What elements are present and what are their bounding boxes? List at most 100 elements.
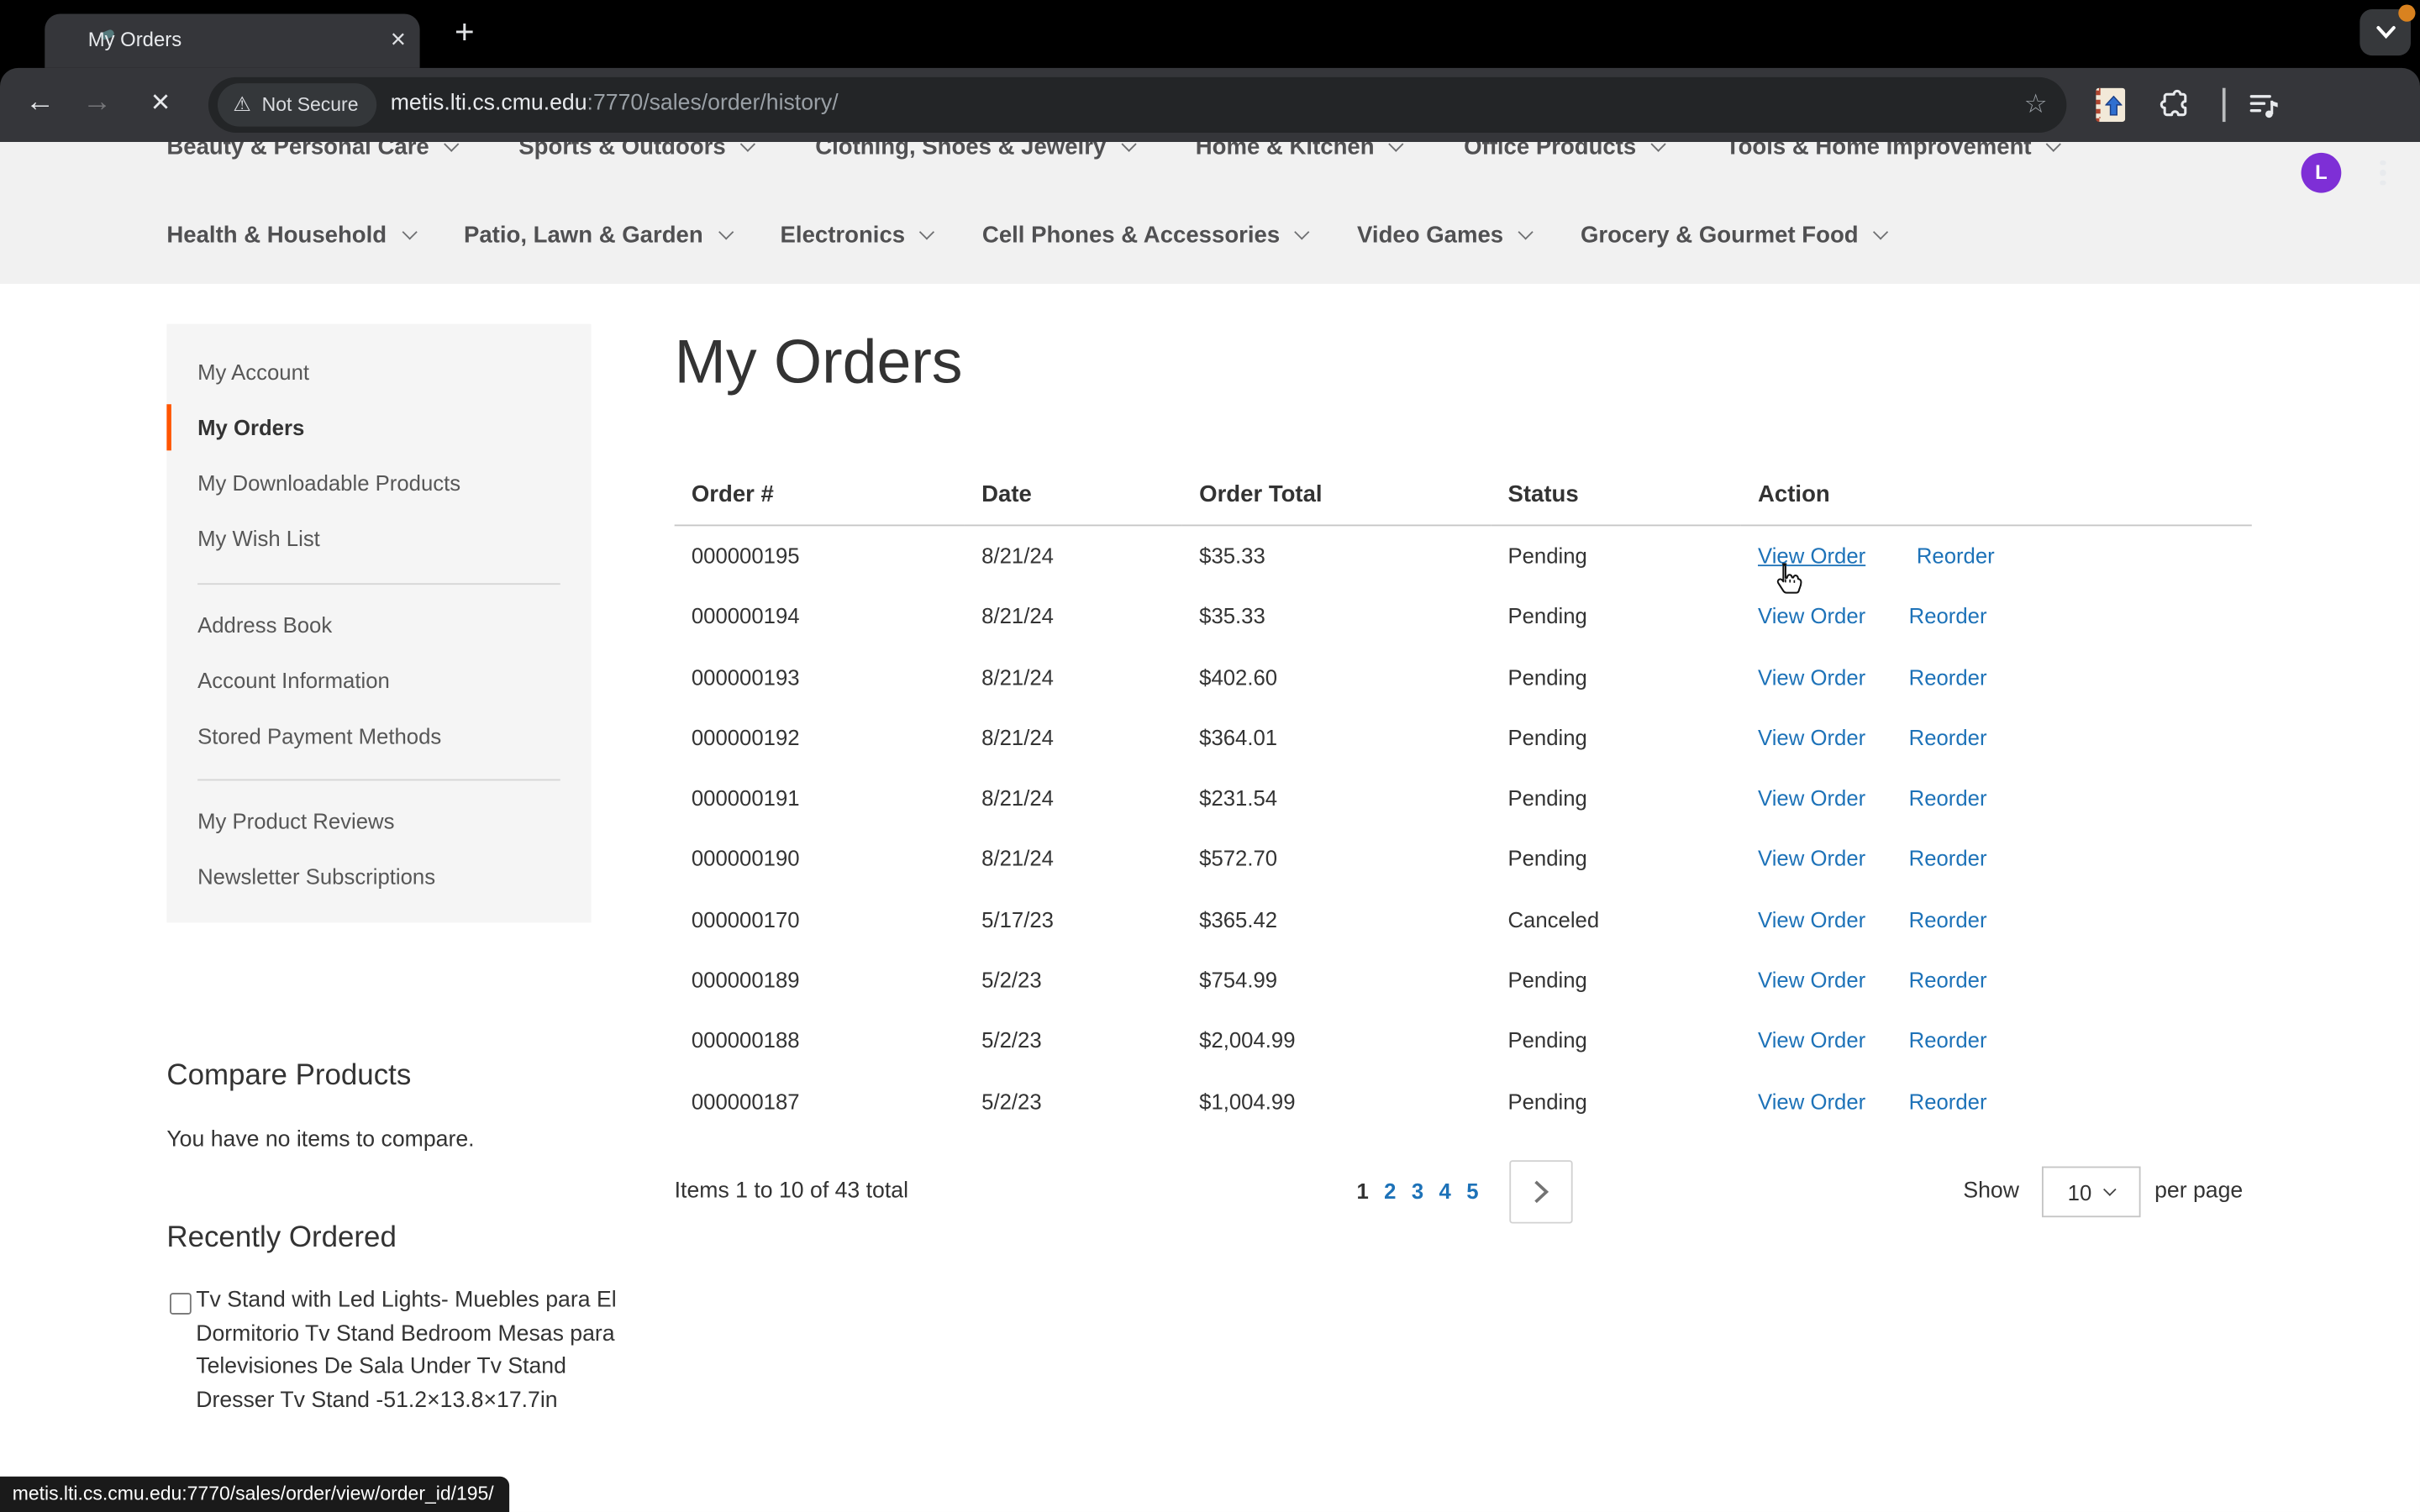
sidebar-item-my-account[interactable]: My Account xyxy=(166,344,591,400)
order-total: $364.01 xyxy=(1199,725,1278,750)
toolbar-separator xyxy=(2222,87,2226,123)
reorder-link[interactable]: Reorder xyxy=(1909,1089,1987,1113)
view-order-link[interactable]: View Order xyxy=(1758,829,1865,890)
order-date: 8/21/24 xyxy=(981,664,1054,690)
order-total: $231.54 xyxy=(1199,785,1278,811)
chevron-down-icon xyxy=(718,223,734,239)
column-header-action: Action xyxy=(1740,463,2252,527)
media-controls-icon[interactable] xyxy=(2247,88,2281,122)
pager-next-button[interactable] xyxy=(1509,1160,1573,1224)
reorder-link[interactable]: Reorder xyxy=(1909,1028,1987,1053)
sidebar-item-newsletter-subscriptions[interactable]: Newsletter Subscriptions xyxy=(166,848,591,904)
recently-ordered-checkbox[interactable] xyxy=(170,1293,192,1315)
order-status: Pending xyxy=(1507,664,1587,690)
order-actions: View Order Reorder xyxy=(1741,648,2252,708)
tab-strip: My Orders × + xyxy=(0,0,2420,68)
sidebar-item-account-information[interactable]: Account Information xyxy=(166,653,591,708)
pager-page-link[interactable]: 3 xyxy=(1412,1179,1423,1203)
view-order-link[interactable]: View Order xyxy=(1758,648,1865,708)
order-id: 000000193 xyxy=(691,664,800,690)
sidebar-item-my-wish-list[interactable]: My Wish List xyxy=(166,511,591,566)
stop-loading-button[interactable]: × xyxy=(136,68,186,142)
upload-arrow-icon xyxy=(2104,94,2122,115)
order-total: $572.70 xyxy=(1199,846,1278,871)
pager-current-page: 1 xyxy=(1356,1179,1369,1204)
order-status: Pending xyxy=(1507,725,1587,750)
order-id: 000000170 xyxy=(691,906,800,932)
browser-window: Beauty & Personal Care Sports & Outdoors… xyxy=(0,0,2420,1512)
order-id: 000000189 xyxy=(691,967,800,993)
nav-item-health-household[interactable]: Health & Household xyxy=(166,222,417,248)
order-id: 000000191 xyxy=(691,785,800,811)
order-status: Pending xyxy=(1507,543,1587,568)
order-actions: View Order Reorder xyxy=(1741,1072,2252,1132)
view-order-link[interactable]: View Order xyxy=(1758,890,1865,950)
nav-item-grocery-gourmet-food[interactable]: Grocery & Gourmet Food xyxy=(1581,222,1889,248)
view-order-link[interactable]: View Order xyxy=(1758,951,1865,1011)
order-id: 000000192 xyxy=(691,725,800,750)
view-order-link[interactable]: View Order xyxy=(1758,1072,1865,1132)
order-date: 8/21/24 xyxy=(981,785,1054,811)
sidebar-item-my-orders[interactable]: My Orders xyxy=(166,400,591,455)
account-sidebar: My Account My Orders My Downloadable Pro… xyxy=(166,323,592,923)
browser-menu-kebab-icon[interactable] xyxy=(2368,153,2399,193)
address-bar[interactable]: ⚠ Not Secure metis.lti.cs.cmu.edu:7770/s… xyxy=(208,76,2067,133)
recently-ordered-title: Recently Ordered xyxy=(166,1221,397,1255)
reorder-link[interactable]: Reorder xyxy=(1909,846,1987,870)
back-button[interactable]: ← xyxy=(15,68,65,142)
reorder-link[interactable]: Reorder xyxy=(1909,664,1987,689)
view-order-link[interactable]: View Order xyxy=(1758,708,1865,769)
page-title: My Orders xyxy=(674,328,963,397)
browser-tab[interactable]: My Orders × xyxy=(45,13,420,68)
order-date: 8/21/24 xyxy=(981,543,1054,568)
pager-summary: Items 1 to 10 of 43 total xyxy=(674,1179,909,1204)
nav-item-video-games[interactable]: Video Games xyxy=(1357,222,1534,248)
reorder-link[interactable]: Reorder xyxy=(1909,604,1987,628)
sidebar-item-address-book[interactable]: Address Book xyxy=(166,597,591,653)
pager-page-link[interactable]: 2 xyxy=(1384,1179,1396,1203)
order-status: Canceled xyxy=(1507,906,1600,932)
reorder-link[interactable]: Reorder xyxy=(1909,907,1987,932)
extensions-puzzle-icon[interactable] xyxy=(2158,88,2191,122)
order-total: $365.42 xyxy=(1199,906,1278,932)
order-date: 5/2/23 xyxy=(981,1027,1042,1053)
order-id: 000000195 xyxy=(691,543,800,568)
reorder-link[interactable]: Reorder xyxy=(1917,543,1995,568)
sidebar-divider xyxy=(197,779,560,781)
sidebar-item-stored-payment-methods[interactable]: Stored Payment Methods xyxy=(166,708,591,764)
tab-close-icon[interactable]: × xyxy=(384,14,412,68)
order-date: 5/17/23 xyxy=(981,906,1054,932)
view-order-link[interactable]: View Order xyxy=(1758,1011,1865,1072)
reorder-link[interactable]: Reorder xyxy=(1909,968,1987,992)
not-secure-chip[interactable]: ⚠ Not Secure xyxy=(217,83,377,127)
forward-button[interactable]: → xyxy=(72,68,122,142)
url-host: metis.lti.cs.cmu.edu xyxy=(390,91,587,116)
reorder-link[interactable]: Reorder xyxy=(1909,785,1987,810)
nav-item-electronics[interactable]: Electronics xyxy=(781,222,935,248)
sidebar-item-my-product-reviews[interactable]: My Product Reviews xyxy=(166,793,591,848)
mouse-cursor-hand xyxy=(1776,563,1802,594)
chevron-down-icon xyxy=(1873,223,1889,239)
sidebar-item-my-downloadable-products[interactable]: My Downloadable Products xyxy=(166,455,591,511)
nav-item-patio-lawn-garden[interactable]: Patio, Lawn & Garden xyxy=(464,222,734,248)
chevron-down-icon xyxy=(401,223,417,239)
new-tab-button[interactable]: + xyxy=(441,9,487,59)
bookmark-star-icon[interactable]: ☆ xyxy=(2008,77,2064,133)
chevron-down-icon xyxy=(2103,1182,2118,1195)
extension-icon[interactable] xyxy=(2096,87,2126,123)
page-content: Beauty & Personal Care Sports & Outdoors… xyxy=(0,134,2420,1512)
order-date: 8/21/24 xyxy=(981,603,1054,629)
profile-avatar[interactable]: L xyxy=(2301,152,2342,193)
order-actions: View Order Reorder xyxy=(1741,829,2252,890)
pager-page-link[interactable]: 4 xyxy=(1439,1179,1451,1203)
view-order-link[interactable]: View Order xyxy=(1758,769,1865,829)
recently-ordered-product-link[interactable]: Tv Stand with Led Lights- Muebles para E… xyxy=(196,1285,646,1419)
order-actions: View Order Reorder xyxy=(1741,526,2252,586)
chevron-down-icon xyxy=(919,223,935,239)
browser-toolbar: ← → × ⚠ Not Secure metis.lti.cs.cmu.edu:… xyxy=(0,67,2420,193)
per-page-select[interactable]: 10 xyxy=(2041,1166,2141,1218)
chevron-down-icon xyxy=(2375,26,2395,39)
pager-page-link[interactable]: 5 xyxy=(1466,1179,1478,1203)
reorder-link[interactable]: Reorder xyxy=(1909,725,1987,749)
nav-item-cell-phones-accessories[interactable]: Cell Phones & Accessories xyxy=(982,222,1310,248)
